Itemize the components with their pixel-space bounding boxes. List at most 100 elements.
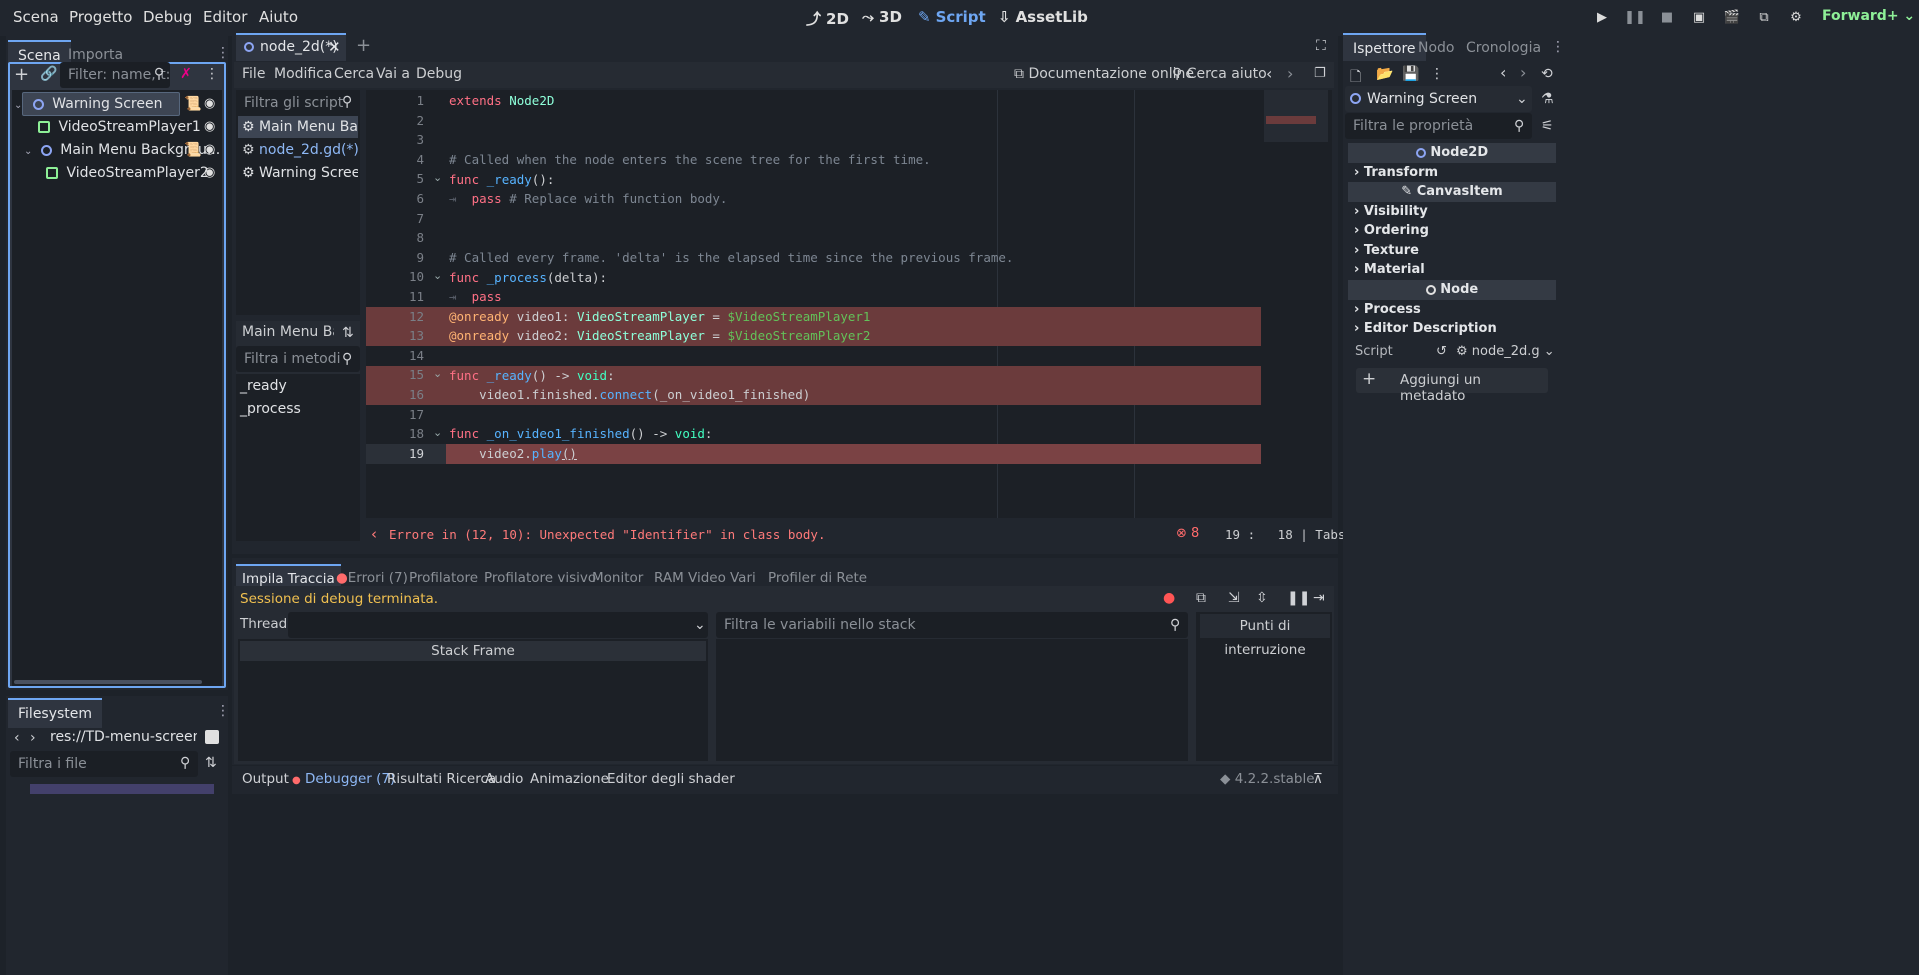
- tab-editor-shader[interactable]: Editor degli shader: [607, 771, 735, 787]
- script-menu-modifica[interactable]: Modifica: [274, 66, 333, 82]
- script-property-value[interactable]: ⚙ node_2d.g ⌄: [1456, 344, 1555, 359]
- object-history-icon[interactable]: ⟲: [1541, 66, 1553, 82]
- attach-script-icon[interactable]: ✗: [178, 66, 194, 82]
- visibility-eye-icon[interactable]: ◉: [204, 96, 215, 111]
- history-back-icon[interactable]: ‹: [1266, 64, 1272, 83]
- history-back-icon[interactable]: ‹: [1500, 63, 1506, 82]
- property-group-editor-description[interactable]: › Editor Description: [1348, 319, 1556, 338]
- fold-arrow-icon[interactable]: ⌄: [433, 171, 442, 184]
- sort-icon[interactable]: ⇅: [342, 325, 354, 341]
- toggle-split-icon[interactable]: [205, 730, 219, 744]
- add-node-icon[interactable]: +: [14, 64, 29, 85]
- reload-icon[interactable]: ↺: [1436, 344, 1447, 359]
- chevron-down-icon[interactable]: ⌄: [24, 146, 32, 157]
- play-icon[interactable]: ▶: [1591, 8, 1613, 28]
- script-menu-file[interactable]: File: [242, 66, 265, 82]
- copy-icon[interactable]: ⧉: [1196, 590, 1206, 606]
- script-item-main-menu[interactable]: ⚙ Main Menu Bac...: [242, 116, 358, 138]
- online-docs-button[interactable]: ⧉ Documentazione online: [1014, 66, 1194, 82]
- record-icon[interactable]: ●: [1163, 590, 1175, 606]
- property-group-ordering[interactable]: › Ordering: [1348, 221, 1556, 240]
- tab-node2d-script[interactable]: node_2d(*) ✕: [236, 33, 346, 61]
- method-item[interactable]: _ready: [240, 375, 287, 397]
- link-icon[interactable]: 🔗: [40, 66, 57, 82]
- mode-2d-button[interactable]: ⤴ 2D: [806, 8, 849, 29]
- method-item[interactable]: _process: [240, 398, 301, 420]
- movie-maker-icon[interactable]: ⚙: [1785, 8, 1807, 28]
- visibility-eye-icon[interactable]: ◉: [204, 119, 215, 134]
- play-custom-scene-icon[interactable]: ⧉: [1753, 8, 1775, 28]
- file-list-item[interactable]: [30, 784, 214, 794]
- file-filter-input[interactable]: Filtra i file: [10, 751, 198, 777]
- thread-select[interactable]: [288, 612, 708, 638]
- script-attached-icon[interactable]: 📜: [184, 142, 201, 158]
- history-forward-icon[interactable]: ›: [1287, 64, 1293, 83]
- tab-audio[interactable]: Audio: [485, 771, 523, 787]
- step-over-icon[interactable]: ⇳: [1256, 590, 1268, 606]
- continue-icon[interactable]: ⇥: [1313, 590, 1325, 606]
- fold-arrow-icon[interactable]: ⌄: [433, 426, 442, 439]
- menu-scena[interactable]: Scena: [13, 8, 59, 26]
- horizontal-scrollbar[interactable]: [14, 680, 202, 684]
- property-group-transform[interactable]: › Transform: [1348, 163, 1556, 182]
- tab-debugger[interactable]: ● Debugger (7): [292, 771, 395, 787]
- script-menu-vai-a[interactable]: Vai a: [376, 66, 410, 82]
- fold-arrow-icon[interactable]: ⌄: [433, 269, 442, 282]
- history-forward-icon[interactable]: ›: [1520, 63, 1526, 82]
- stack-variables[interactable]: [716, 639, 1188, 761]
- add-tab-icon[interactable]: +: [356, 35, 371, 56]
- error-count[interactable]: ⊗ 8: [1176, 526, 1199, 541]
- fullscreen-icon[interactable]: ⛶: [1316, 38, 1326, 54]
- pause-icon[interactable]: ❚❚: [1624, 8, 1646, 28]
- selected-object-select[interactable]: Warning Screen: [1345, 86, 1532, 112]
- script-attached-icon[interactable]: 📜: [184, 96, 201, 112]
- visibility-eye-icon[interactable]: ◉: [204, 142, 215, 157]
- expand-panel-icon[interactable]: ⊼: [1313, 771, 1323, 787]
- kebab-icon[interactable]: ⋮: [1551, 40, 1565, 54]
- version-label[interactable]: ◆ 4.2.2.stable: [1220, 771, 1315, 787]
- chevron-down-icon[interactable]: ⌄: [1516, 91, 1528, 107]
- menu-progetto[interactable]: Progetto: [69, 8, 133, 26]
- remote-debug-icon[interactable]: ▣: [1688, 8, 1710, 28]
- menu-editor[interactable]: Editor: [203, 8, 247, 26]
- tune-icon[interactable]: ⚟: [1541, 118, 1554, 134]
- tree-node-videostreamplayer2[interactable]: VideoStreamPlayer2: [46, 162, 209, 184]
- mode-3d-button[interactable]: ⤳ 3D: [862, 8, 902, 26]
- save-icon[interactable]: 💾: [1402, 66, 1419, 82]
- property-filter-input[interactable]: Filtra le proprietà: [1345, 113, 1532, 139]
- property-group-visibility[interactable]: › Visibility: [1348, 202, 1556, 221]
- kebab-icon[interactable]: ⋮: [1430, 66, 1444, 82]
- float-window-icon[interactable]: ❐: [1314, 66, 1326, 81]
- fold-arrow-icon[interactable]: ⌄: [433, 367, 442, 380]
- toggle-scripts-panel-icon[interactable]: ‹: [371, 525, 377, 543]
- close-icon[interactable]: ✕: [328, 38, 341, 56]
- script-menu-cerca[interactable]: Cerca: [334, 66, 374, 82]
- add-metadata-button[interactable]: + Aggiungi un metadato: [1356, 368, 1548, 404]
- script-item-warning-screen[interactable]: ⚙ Warning Screen...: [242, 162, 358, 184]
- open-folder-icon[interactable]: 📂: [1376, 66, 1393, 82]
- property-group-process[interactable]: › Process: [1348, 300, 1556, 319]
- chevron-down-icon[interactable]: ⌄: [14, 100, 22, 111]
- play-scene-icon[interactable]: 🎬: [1721, 8, 1743, 28]
- tree-node-videostreamplayer1[interactable]: VideoStreamPlayer1: [38, 116, 201, 138]
- tab-cronologia[interactable]: Cronologia: [1456, 33, 1551, 63]
- script-menu-debug[interactable]: Debug: [416, 66, 462, 82]
- visibility-eye-icon[interactable]: ◉: [204, 165, 215, 180]
- property-group-material[interactable]: › Material: [1348, 260, 1556, 279]
- tab-output[interactable]: Output: [242, 771, 289, 787]
- node-tool-icon[interactable]: ⚗: [1541, 91, 1554, 107]
- chevron-down-icon[interactable]: ⌄: [694, 617, 706, 633]
- sort-icon[interactable]: ⇅: [205, 755, 217, 771]
- step-into-icon[interactable]: ⇲: [1228, 590, 1240, 606]
- kebab-icon[interactable]: ⋮: [216, 46, 230, 60]
- path-field[interactable]: res://TD-menu-screen-vide: [42, 724, 197, 750]
- tree-node-warning-screen[interactable]: ⌄ Warning Screen: [14, 93, 162, 115]
- stop-icon[interactable]: ■: [1656, 8, 1678, 28]
- renderer-select[interactable]: Forward+ ⌄: [1822, 8, 1915, 24]
- menu-debug[interactable]: Debug: [143, 8, 192, 26]
- property-group-texture[interactable]: › Texture: [1348, 241, 1556, 260]
- forward-icon[interactable]: ›: [30, 730, 36, 746]
- break-icon[interactable]: ❚❚: [1287, 590, 1310, 606]
- fs-kebab-icon[interactable]: ⋮: [216, 704, 230, 718]
- tab-risultati-ricerca[interactable]: Risultati Ricerca: [387, 771, 496, 787]
